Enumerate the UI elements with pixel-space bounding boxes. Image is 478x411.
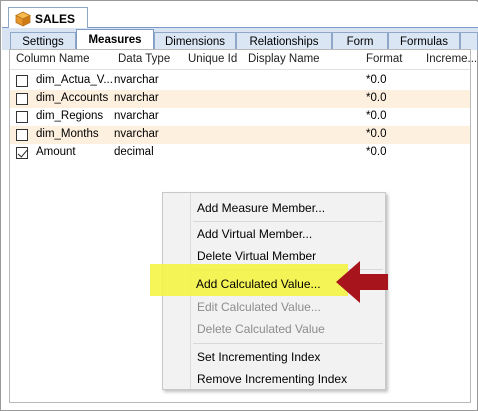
tab-overflow[interactable]: [460, 32, 478, 50]
row-checkbox[interactable]: [16, 111, 28, 123]
document-tab-sales[interactable]: SALES: [8, 7, 88, 29]
cell-format: *0.0: [366, 92, 387, 104]
tab-settings[interactable]: Settings: [10, 32, 76, 50]
tab-form[interactable]: Form: [332, 32, 388, 50]
cube-icon: [15, 11, 31, 27]
cell-column-name: dim_Actua_V...: [36, 74, 113, 86]
menu-item-add-measure-member[interactable]: Add Measure Member...: [197, 201, 325, 215]
menu-item-delete-calculated-value: Delete Calculated Value: [197, 322, 325, 336]
annotation-arrow-icon: [336, 261, 388, 303]
menu-separator: [193, 221, 383, 222]
table-row[interactable]: dim_Actua_V... nvarchar *0.0: [10, 72, 470, 90]
menu-item-add-virtual-member[interactable]: Add Virtual Member...: [197, 227, 312, 241]
cell-format: *0.0: [366, 74, 387, 86]
table-row[interactable]: dim_Regions nvarchar *0.0: [10, 108, 470, 126]
cell-column-name: dim_Regions: [36, 110, 104, 122]
cell-column-name: Amount: [36, 146, 76, 158]
cell-data-type: nvarchar: [114, 92, 159, 104]
tab-formulas[interactable]: Formulas: [388, 32, 460, 50]
cell-data-type: nvarchar: [114, 128, 159, 140]
header-unique-id[interactable]: Unique Id: [188, 53, 237, 65]
table-row[interactable]: dim_Accounts nvarchar *0.0: [10, 90, 470, 108]
menu-item-edit-calculated-value: Edit Calculated Value...: [197, 300, 321, 314]
table-row[interactable]: dim_Months nvarchar *0.0: [10, 126, 470, 144]
menu-item-set-incrementing-index[interactable]: Set Incrementing Index: [197, 350, 320, 364]
tab-relationships[interactable]: Relationships: [236, 32, 332, 50]
header-incrementing[interactable]: Increme...: [426, 53, 477, 65]
row-checkbox[interactable]: [16, 93, 28, 105]
row-checkbox[interactable]: [16, 75, 28, 87]
cell-data-type: decimal: [114, 146, 154, 158]
cell-format: *0.0: [366, 110, 387, 122]
row-checkbox[interactable]: [16, 129, 28, 141]
cell-data-type: nvarchar: [114, 110, 159, 122]
table-row[interactable]: Amount decimal *0.0: [10, 144, 470, 162]
cell-data-type: nvarchar: [114, 74, 159, 86]
cell-column-name: dim_Accounts: [36, 92, 109, 104]
menu-item-add-calculated-value-overlay[interactable]: Add Calculated Value...: [196, 277, 321, 291]
tab-dimensions[interactable]: Dimensions: [154, 32, 236, 50]
header-data-type[interactable]: Data Type: [118, 53, 170, 65]
document-title: SALES: [35, 11, 76, 26]
cell-column-name: dim_Months: [36, 128, 99, 140]
menu-item-delete-virtual-member[interactable]: Delete Virtual Member: [197, 249, 316, 263]
row-checkbox-checked[interactable]: [16, 147, 28, 159]
menu-separator: [193, 343, 383, 344]
title-bar: SALES: [2, 2, 478, 29]
cell-format: *0.0: [366, 146, 387, 158]
grid-header: Column Name Data Type Unique Id Display …: [10, 50, 477, 70]
tab-measures[interactable]: Measures: [76, 29, 154, 50]
header-display-name[interactable]: Display Name: [248, 53, 320, 65]
header-format[interactable]: Format: [366, 53, 402, 65]
cell-format: *0.0: [366, 128, 387, 140]
tab-strip: Settings Measures Dimensions Relationshi…: [2, 28, 478, 50]
menu-item-remove-incrementing-index[interactable]: Remove Incrementing Index: [197, 372, 347, 386]
header-column-name[interactable]: Column Name: [16, 53, 90, 65]
